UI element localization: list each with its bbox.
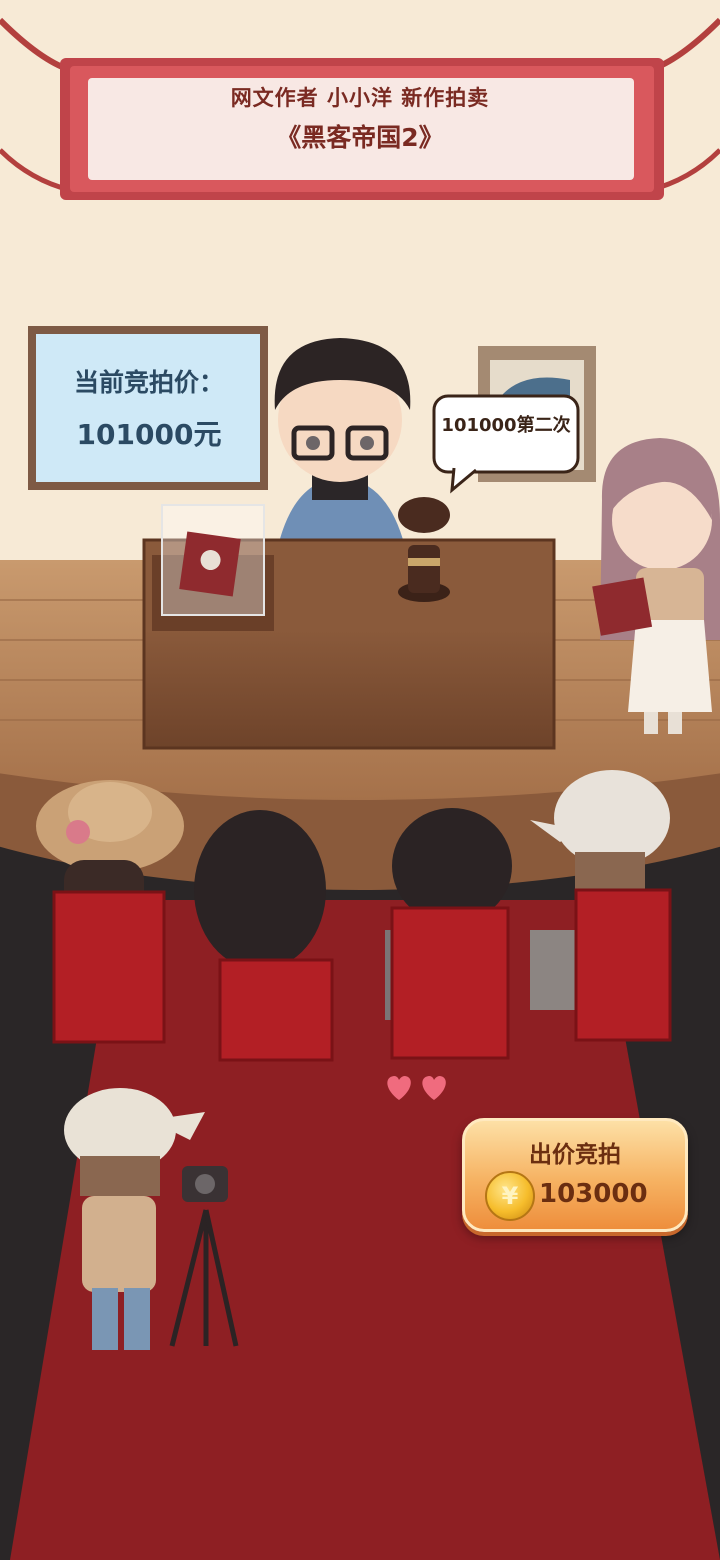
banner-book-title: 《黑客帝国2》 <box>276 123 444 152</box>
coin-symbol: ¥ <box>501 1182 519 1210</box>
current-price-value: 101000元 <box>76 418 222 451</box>
auctioneer-speech-bubble: 101000第二次 <box>436 398 576 470</box>
current-price-label: 当前竞拍价： <box>73 368 224 397</box>
place-bid-button[interactable]: 出价竞拍 ¥ 103000 <box>462 1118 688 1232</box>
place-bid-label: 出价竞拍 <box>529 1142 621 1168</box>
title-banner-text: 网文作者 小小洋 新作拍卖 《黑客帝国2》 <box>90 82 630 154</box>
scene-background <box>0 0 720 1560</box>
banner-subtitle: 网文作者 小小洋 新作拍卖 <box>230 86 490 110</box>
book-display-case <box>152 504 274 631</box>
price-board: 当前竞拍价： 101000元 <box>36 332 262 484</box>
auctioneer-character <box>274 338 411 560</box>
auctioneer-call-text: 101000第二次 <box>441 415 571 436</box>
coin-icon: ¥ <box>485 1171 535 1221</box>
bid-amount: 103000 <box>539 1179 648 1209</box>
